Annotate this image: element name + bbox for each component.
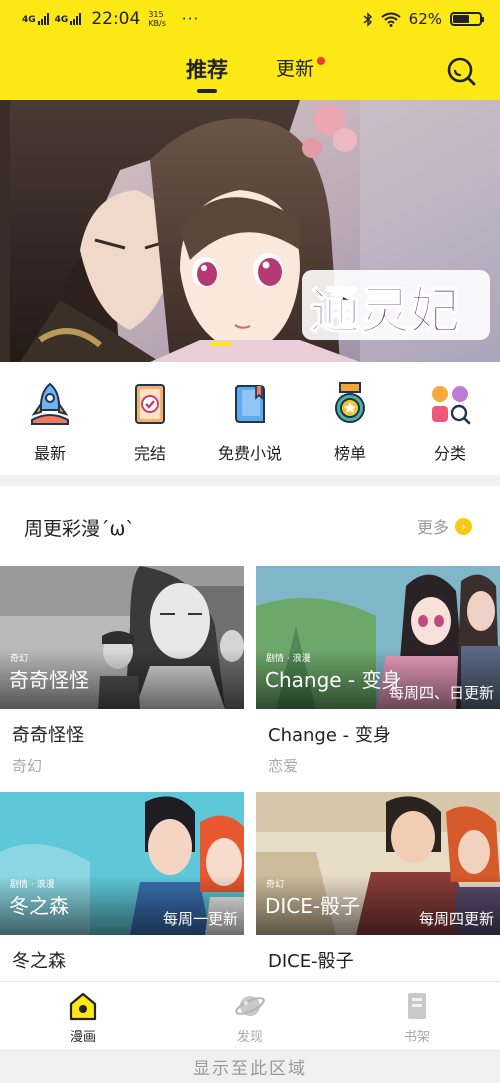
cover-schedule: 每周四更新 — [418, 910, 494, 928]
category-grid-icon — [432, 386, 471, 425]
top-header: 推荐 更新 — [0, 38, 500, 100]
nav-bookshelf[interactable]: 书架 — [372, 990, 462, 1045]
nav-label: 书架 — [403, 1030, 430, 1045]
finished-book-icon — [135, 384, 165, 424]
bottom-navigation: 漫画 发现 书架 — [0, 981, 500, 1049]
speed-value: 315 — [148, 10, 164, 19]
update-badge-dot — [317, 57, 325, 65]
battery-fill — [453, 15, 470, 23]
comic-card[interactable]: 奇幻 奇奇怪怪 奇奇怪怪 奇幻 — [0, 566, 244, 776]
home-icon — [69, 992, 97, 1021]
battery-icon — [450, 12, 484, 26]
more-label: 更多 — [417, 518, 450, 537]
cover-title: DICE-骰子 — [265, 894, 361, 918]
banner-logo: 通灵妃 — [302, 270, 490, 341]
comic-cover[interactable]: 奇幻 DICE-骰子 每周四更新 — [256, 792, 500, 935]
status-right: 62% — [363, 10, 484, 28]
search-icon[interactable] — [444, 54, 478, 88]
cover-genre: 奇幻 — [10, 654, 29, 664]
comic-title[interactable]: Change - 变身 — [256, 721, 500, 747]
speed-unit: KB/s — [148, 19, 166, 28]
banner-carousel[interactable]: 通灵妃 — [0, 100, 500, 362]
cover-title: 奇奇怪怪 — [9, 668, 89, 692]
novel-book-icon — [235, 385, 265, 423]
bookshelf-icon — [408, 993, 426, 1019]
planet-icon — [235, 996, 265, 1016]
chevron-right-icon: › — [455, 517, 473, 535]
comic-card[interactable]: 奇幻 DICE-骰子 每周四更新 DICE-骰子 — [256, 792, 500, 973]
banner-image[interactable]: 通灵妃 — [0, 100, 500, 362]
comic-cover[interactable]: 奇幻 奇奇怪怪 — [0, 566, 244, 709]
nav-comics[interactable]: 漫画 — [38, 990, 128, 1045]
signal-icon — [70, 13, 82, 25]
status-left: 4G 4G 22:04 315 KB/s ··· — [22, 9, 199, 29]
status-time: 22:04 — [91, 9, 141, 29]
tab-recommend[interactable]: 推荐 — [186, 54, 228, 84]
category-label: 免费小说 — [217, 444, 282, 463]
comic-title[interactable]: 奇奇怪怪 — [0, 721, 244, 747]
comic-card[interactable]: 剧情 · 浪漫 冬之森 每周一更新 冬之森 — [0, 792, 244, 973]
cover-genre: 奇幻 — [266, 880, 285, 890]
svg-text:通灵妃: 通灵妃 — [310, 282, 460, 340]
comic-title[interactable]: 冬之森 — [0, 947, 244, 973]
signal-icon — [37, 13, 49, 25]
nav-label: 漫画 — [69, 1030, 96, 1045]
signal-1: 4G — [22, 13, 49, 25]
network-speed: 315 KB/s — [148, 10, 166, 28]
category-finished[interactable]: 完结 — [100, 380, 200, 464]
nav-discover[interactable]: 发现 — [205, 990, 295, 1045]
weekly-color-comics-section: 周更彩漫´ω` 更多 › 奇幻 奇奇怪怪 奇奇怪怪 奇幻 剧情 · 浪漫 Cha… — [0, 486, 500, 986]
category-label: 榜单 — [333, 444, 366, 463]
comic-genre: 奇幻 — [12, 757, 43, 775]
category-bar: 最新 完结 免费小说 榜单 分类 — [0, 362, 500, 475]
nav-label: 发现 — [236, 1030, 263, 1045]
comic-genre: 恋爱 — [268, 757, 299, 775]
cover-schedule: 每周一更新 — [162, 910, 238, 928]
category-ranking[interactable]: 榜单 — [300, 380, 400, 464]
cover-schedule: 每周四、日更新 — [388, 684, 494, 702]
category-label: 分类 — [433, 444, 466, 463]
cover-genre: 剧情 · 浪漫 — [10, 880, 55, 890]
category-newest[interactable]: 最新 — [0, 380, 100, 464]
cover-title: Change - 变身 — [265, 668, 402, 692]
active-tab-indicator — [197, 89, 217, 93]
carousel-indicator[interactable] — [210, 342, 232, 346]
wifi-icon — [381, 12, 401, 27]
bluetooth-icon — [363, 11, 372, 27]
category-free-novels[interactable]: 免费小说 — [200, 380, 300, 464]
display-area-footer: 显示至此区域 — [0, 1049, 500, 1083]
cover-title: 冬之森 — [9, 894, 69, 918]
battery-percent: 62% — [408, 10, 442, 28]
category-label: 最新 — [33, 444, 66, 463]
more-link[interactable]: 更多 › — [417, 514, 473, 538]
comic-card[interactable]: 剧情 · 浪漫 Change - 变身 每周四、日更新 Change - 变身 … — [256, 566, 500, 776]
comic-cover[interactable]: 剧情 · 浪漫 Change - 变身 每周四、日更新 — [256, 566, 500, 709]
network-type-1: 4G — [22, 15, 36, 25]
category-classify[interactable]: 分类 — [400, 380, 500, 464]
status-bar: 4G 4G 22:04 315 KB/s ··· 62% — [0, 0, 500, 38]
section-title: 周更彩漫´ω` — [24, 518, 135, 540]
rocket-icon — [31, 382, 69, 425]
category-label: 完结 — [133, 444, 166, 463]
medal-icon — [335, 382, 365, 423]
comic-title[interactable]: DICE-骰子 — [256, 947, 500, 973]
tab-update[interactable]: 更新 — [276, 54, 314, 81]
cover-genre: 剧情 · 浪漫 — [266, 654, 311, 664]
comic-cover[interactable]: 剧情 · 浪漫 冬之森 每周一更新 — [0, 792, 244, 935]
more-notifications-icon: ··· — [181, 10, 200, 28]
signal-2: 4G — [55, 13, 82, 25]
network-type-2: 4G — [54, 15, 69, 25]
